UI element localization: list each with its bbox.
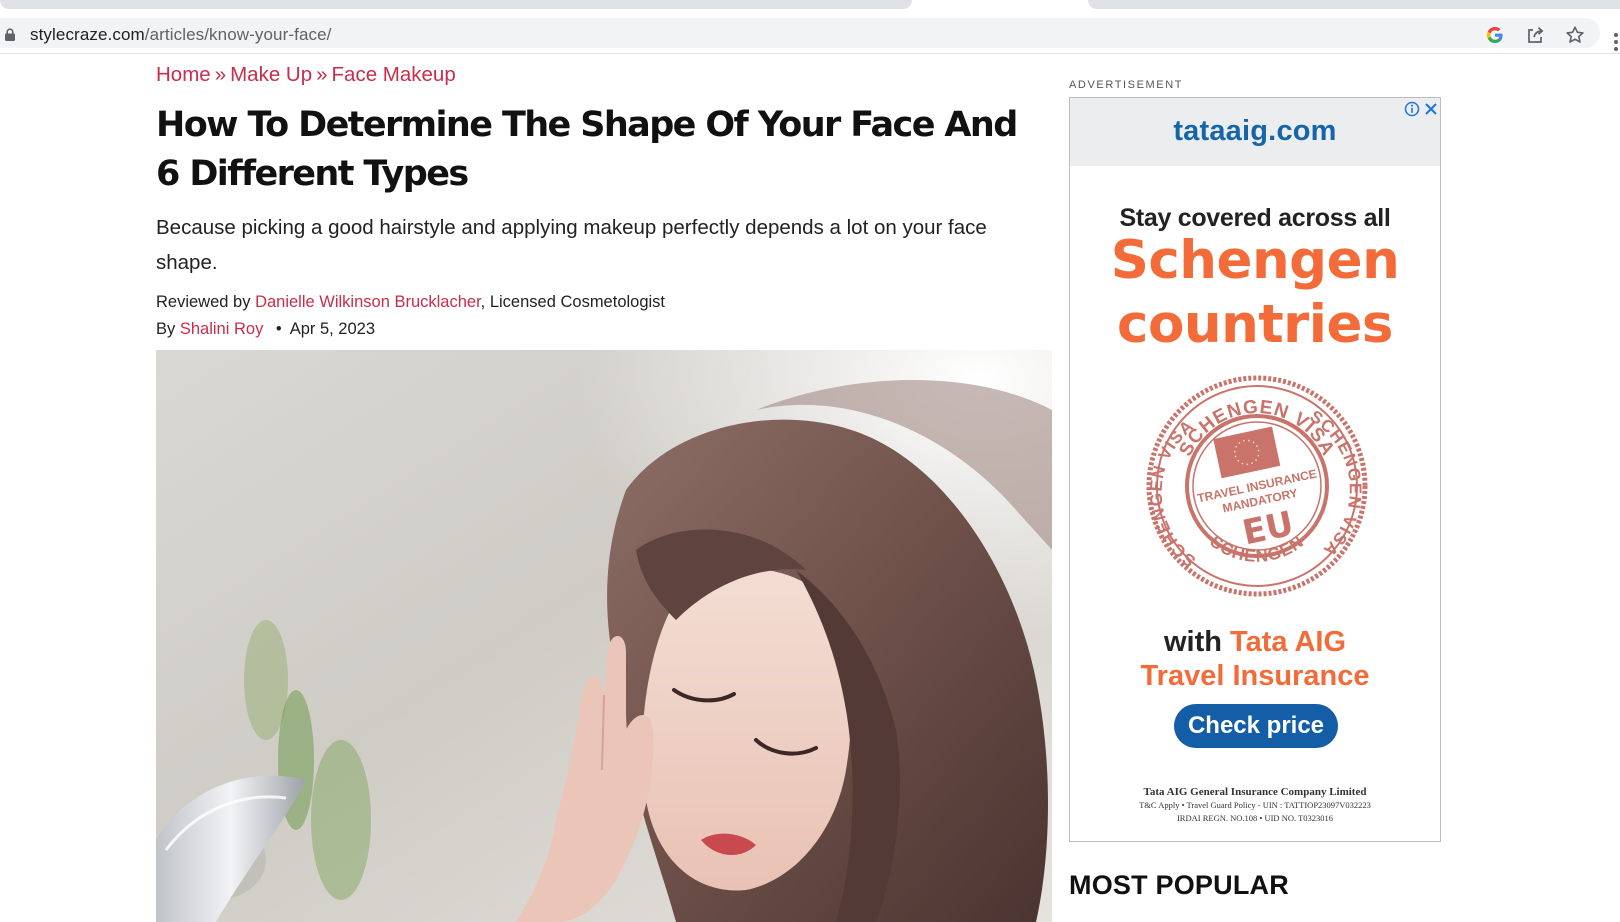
reviewed-by-label: Reviewed by [156, 293, 251, 311]
ad-banner[interactable]: tataaig.com Stay covered across all Sche… [1069, 97, 1441, 842]
reviewer-link[interactable]: Danielle Wilkinson Brucklacher [255, 293, 481, 311]
most-popular-heading: MOST POPULAR [1069, 870, 1289, 900]
article-subtitle: Because picking a good hairstyle and app… [156, 216, 987, 274]
url-text[interactable]: stylecraze.com/articles/know-your-face/ [30, 25, 332, 45]
google-icon[interactable] [1485, 25, 1505, 45]
byline-separator: • [275, 320, 282, 338]
share-icon[interactable] [1525, 25, 1545, 45]
hero-image [156, 350, 1052, 922]
kebab-menu-icon[interactable] [1612, 32, 1620, 52]
check-price-button[interactable]: Check price [1174, 704, 1338, 748]
ad-highlight-line-2: countries [1117, 294, 1393, 355]
address-bar: stylecraze.com/articles/know-your-face/ [0, 12, 1620, 54]
byline: By Shalini Roy • Apr 5, 2023 [156, 320, 375, 339]
breadcrumb: Home» Make Up» Face Makeup [156, 63, 456, 87]
star-icon[interactable] [1565, 25, 1585, 45]
ad-brand-line: with Tata AIG [1070, 626, 1440, 659]
ad-legal-company: Tata AIG General Insurance Company Limit… [1143, 786, 1367, 798]
ad-product-name: Travel Insurance [1140, 660, 1370, 692]
url-path: /articles/know-your-face/ [144, 25, 332, 44]
lock-icon[interactable] [4, 28, 16, 41]
reviewer-line: Reviewed by Danielle Wilkinson Brucklach… [156, 293, 665, 312]
breadcrumb-separator: » [316, 63, 328, 86]
url-host: stylecraze.com [30, 25, 145, 44]
ad-highlight-line-1: Schengen [1110, 230, 1400, 291]
ad-legal-text: Tata AIG General Insurance Company Limit… [1070, 786, 1440, 825]
ad-info-icon[interactable] [1404, 101, 1420, 117]
breadcrumb-separator: » [214, 63, 227, 86]
ad-legal-line-2: T&C Apply • Travel Guard Policy - UIN : … [1139, 800, 1371, 810]
article-title: How To Determine The Shape Of Your Face … [156, 105, 1018, 194]
by-label: By [156, 320, 176, 338]
ad-brand-name: Tata AIG [1230, 626, 1347, 658]
ad-headline: Stay covered across all [1119, 204, 1391, 232]
ad-close-icon[interactable] [1423, 101, 1439, 117]
browser-tab[interactable] [1088, 0, 1620, 9]
browser-tab[interactable] [0, 0, 912, 9]
breadcrumb-home-link[interactable]: Home [156, 63, 211, 86]
schengen-visa-stamp: SCHENGEN VISA SCHENGEN VISA SCHENGEN SCH… [1146, 375, 1368, 597]
omnibox[interactable]: stylecraze.com/articles/know-your-face/ [0, 18, 1600, 48]
reviewer-credential: , Licensed Cosmetologist [480, 293, 666, 311]
tab-strip [0, 0, 1620, 12]
author-link[interactable]: Shalini Roy [180, 320, 263, 338]
breadcrumb-face-makeup-link[interactable]: Face Makeup [332, 63, 456, 86]
ad-with-text: with [1163, 626, 1222, 658]
ad-header: tataaig.com [1070, 98, 1440, 166]
advertisement-label: ADVERTISEMENT [1069, 79, 1184, 91]
ad-legal-line-3: IRDAI REGN. NO.108 • UID NO. T0323016 [1176, 813, 1334, 823]
publish-date: Apr 5, 2023 [289, 320, 376, 338]
breadcrumb-makeup-link[interactable]: Make Up [230, 63, 312, 86]
ad-domain[interactable]: tataaig.com [1070, 115, 1440, 148]
